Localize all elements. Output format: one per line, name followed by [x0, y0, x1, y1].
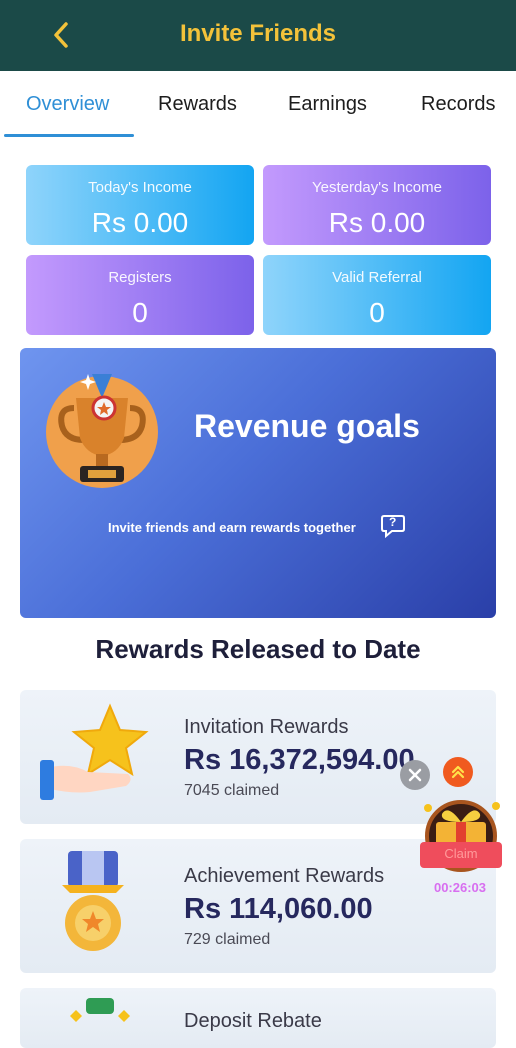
stat-todays-income: Today's Income Rs 0.00: [26, 165, 254, 245]
double-chevron-up-icon: [451, 765, 465, 779]
tab-rewards[interactable]: Rewards: [158, 93, 237, 116]
trophy-icon: [46, 374, 158, 488]
stat-registers: Registers 0: [26, 255, 254, 335]
tab-overview[interactable]: Overview: [26, 93, 109, 116]
stat-value: Rs 0.00: [91, 207, 189, 238]
tab-records[interactable]: Records: [421, 93, 495, 116]
claim-gift-widget[interactable]: Claim: [418, 798, 504, 876]
banner-subtitle: Invite friends and earn rewards together: [108, 520, 356, 535]
stat-label: Registers: [108, 269, 172, 286]
stat-label: Yesterday's Income: [312, 179, 442, 196]
section-title: Rewards Released to Date: [95, 634, 421, 664]
tab-earnings[interactable]: Earnings: [288, 93, 367, 116]
stat-valid-referral: Valid Referral 0: [263, 255, 491, 335]
star-hand-icon: [40, 703, 149, 800]
close-icon: [408, 768, 422, 782]
reward-amount: Rs 114,060.00: [184, 893, 373, 925]
scroll-top-button[interactable]: [443, 757, 473, 787]
stat-value: Rs 0.00: [328, 207, 426, 238]
reward-amount: Rs 16,372,594.00: [184, 744, 415, 776]
money-bag-icon: [70, 998, 130, 1022]
reward-name: Invitation Rewards: [184, 716, 349, 738]
stat-label: Valid Referral: [332, 269, 422, 286]
reward-name: Achievement Rewards: [184, 865, 385, 887]
header-bar: Invite Friends: [0, 0, 516, 71]
stat-value: 0: [132, 297, 148, 328]
reward-claimed: 729 claimed: [184, 931, 271, 948]
claim-label: Claim: [444, 846, 478, 861]
page-title: Invite Friends: [179, 20, 337, 47]
banner-title: Revenue goals: [194, 408, 420, 444]
active-tab-indicator: [4, 134, 134, 137]
stat-yesterdays-income: Yesterday's Income Rs 0.00: [263, 165, 491, 245]
reward-card-deposit-rebate[interactable]: Deposit Rebate: [20, 988, 496, 1048]
reward-name: Deposit Rebate: [184, 1010, 322, 1032]
tab-bar: Overview Rewards Earnings Records: [0, 71, 516, 141]
help-symbol: ?: [389, 515, 397, 529]
stat-label: Today's Income: [88, 179, 192, 196]
close-floating-button[interactable]: [400, 760, 430, 790]
gift-icon: [420, 800, 502, 872]
medal-icon: [62, 851, 124, 951]
stat-value: 0: [369, 297, 385, 328]
revenue-goals-banner: Revenue goals Invite friends and earn re…: [20, 348, 496, 618]
help-button[interactable]: ?: [380, 514, 406, 539]
claim-timer: 00:26:03: [433, 880, 487, 895]
reward-claimed: 7045 claimed: [184, 782, 280, 799]
